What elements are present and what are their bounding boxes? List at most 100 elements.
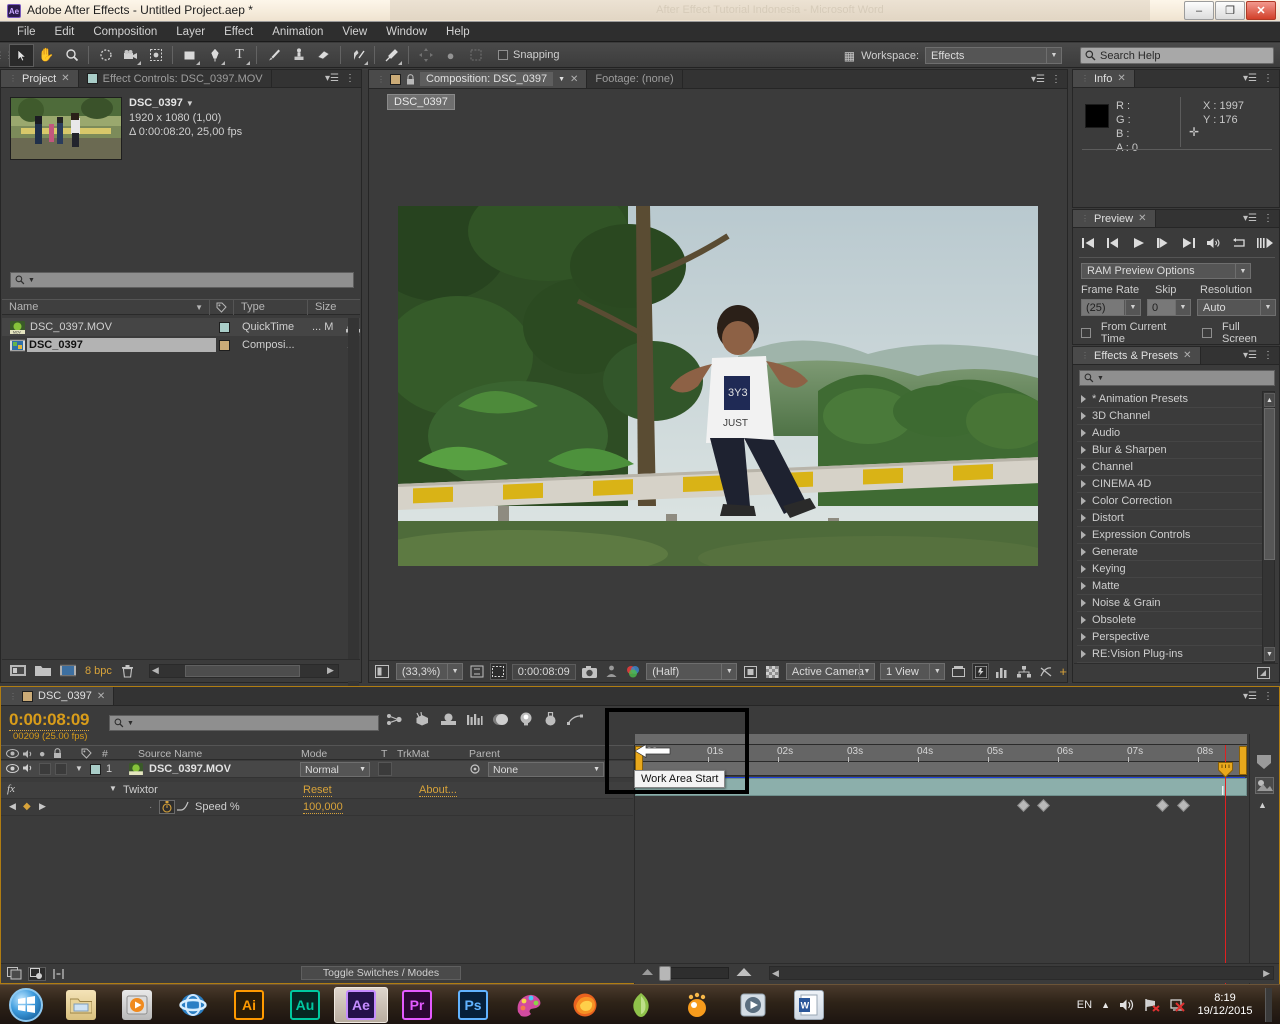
close-icon[interactable]: ✕ [570,74,578,85]
preview-resolution-dropdown[interactable]: Auto ▼ [1197,299,1276,316]
resolution-dropdown[interactable]: (Half) ▼ [646,663,737,680]
effects-category-item[interactable]: Perspective [1077,629,1265,646]
action-center-error-icon[interactable] [1169,998,1185,1012]
layer-visibility-icon[interactable] [6,764,19,773]
expand-triangle-icon[interactable] [1081,514,1086,522]
ram-preview-options-dropdown[interactable]: RAM Preview Options ▼ [1081,263,1251,279]
lock-icon[interactable] [406,74,415,85]
project-row-name[interactable]: DSC_0397 [27,338,216,352]
effect-expand-triangle-icon[interactable]: ▼ [109,784,117,793]
taskbar-item-premiere[interactable]: Pr [390,987,444,1023]
zoom-out-timeline-icon[interactable] [641,967,654,976]
pen-tool-icon[interactable] [202,44,227,67]
snapshot-icon[interactable] [581,663,598,680]
taskbar-item-audition[interactable]: Au [278,987,332,1023]
work-area-strip-top[interactable] [635,734,1247,745]
panel-grip-icon[interactable]: ⋮ [345,73,355,84]
project-item-name-row[interactable]: DSC_0397 ▼ [129,96,242,111]
column-size[interactable]: Size [307,299,359,315]
panel-menu[interactable]: ▾☰ ⋮ [1237,347,1279,364]
column-mode[interactable]: Mode [301,747,327,760]
keyframe-toggle-icon[interactable]: ◆ [23,801,31,812]
pixel-aspect-correction-icon[interactable] [950,663,967,680]
shape-tool-icon[interactable] [177,44,202,67]
menu-window[interactable]: Window [377,24,436,40]
scroll-up-arrow-icon[interactable]: ▲ [1258,800,1267,810]
network-error-icon[interactable] [1144,998,1160,1012]
scroll-right-arrow-icon[interactable]: ▶ [1263,968,1273,979]
panel-menu-icon[interactable]: ▾☰ [1031,74,1045,85]
snapping-group[interactable]: Snapping [498,49,560,61]
expand-triangle-icon[interactable] [1081,412,1086,420]
hide-shy-layers-icon[interactable] [440,713,457,726]
panel-menu-icon[interactable]: ▾☰ [1243,350,1257,361]
effects-category-item[interactable]: Generate [1077,544,1265,561]
language-indicator[interactable]: EN [1077,999,1092,1011]
menu-view[interactable]: View [333,24,376,40]
panel-menu-icon[interactable]: ▾☰ [1243,73,1257,84]
column-label-color[interactable] [209,299,233,315]
panel-menu-icon[interactable]: ▾☰ [1243,691,1257,702]
taskbar-item-media-player[interactable] [110,987,164,1023]
panel-menu[interactable]: ▾☰ ⋮ [319,70,361,87]
taskbar-item-firefox[interactable] [558,987,612,1023]
expand-triangle-icon[interactable] [1081,633,1086,641]
expand-triangle-icon[interactable] [1081,480,1086,488]
timeline-ruler[interactable]: 0:00s 01s 02s 03s 04s 05s 06s 07s 08s [635,745,1247,762]
menu-help[interactable]: Help [437,24,479,40]
scroll-right-arrow-icon[interactable]: ▶ [327,665,338,676]
taskbar-item-internet-explorer[interactable] [166,987,220,1023]
from-current-time-checkbox[interactable] [1081,328,1091,338]
zoom-slider-thumb[interactable] [659,966,671,981]
current-timecode[interactable]: 0:00:08:09 [512,664,576,680]
expand-triangle-icon[interactable] [1081,582,1086,590]
scrollbar-thumb[interactable] [185,665,300,677]
last-frame-button[interactable] [1181,237,1196,249]
taskbar-item-gom-player[interactable] [670,987,724,1023]
reset-exposure-icon[interactable] [1038,663,1055,680]
column-index[interactable]: # [102,747,108,760]
composition-viewer[interactable]: 3Y3 JUST [369,114,1067,661]
target-region-icon[interactable] [742,663,759,680]
camera-tool-icon[interactable] [118,44,143,67]
effect-reset-link[interactable]: Reset [303,784,332,797]
effects-category-item[interactable]: Channel [1077,459,1265,476]
menu-layer[interactable]: Layer [167,24,214,40]
rotation-tool-icon[interactable] [93,44,118,67]
new-animation-preset-icon[interactable] [1257,667,1270,679]
column-source-name[interactable]: Source Name [138,747,202,760]
keyframe-marker[interactable] [1177,799,1190,812]
camera-view-dropdown[interactable]: Active Camera ▼ [786,663,875,680]
show-desktop-button[interactable] [1265,988,1272,1022]
chevron-down-icon[interactable]: ▼ [186,99,194,108]
effects-category-item[interactable]: Obsolete [1077,612,1265,629]
expand-triangle-icon[interactable] [1081,497,1086,505]
stopwatch-icon[interactable] [159,800,175,814]
project-vertical-scrollbar[interactable] [348,318,359,718]
fast-previews-icon[interactable] [972,663,989,680]
selection-tool-icon[interactable] [9,44,34,67]
ram-preview-button[interactable] [1257,237,1273,249]
tag-icon[interactable] [81,747,92,760]
snapping-checkbox[interactable] [498,50,508,60]
timeline-graph-icon[interactable] [994,663,1011,680]
tab-timeline-comp[interactable]: ⋮ DSC_0397 ✕ [1,687,114,705]
effects-search-input[interactable]: ▼ [1079,370,1275,386]
footage-icon[interactable] [60,664,76,677]
roi-toggle-icon[interactable] [490,663,507,680]
taskbar-clock[interactable]: 8:19 19/12/2015 [1194,992,1256,1018]
graph-editor-property-icon[interactable] [177,801,189,811]
skip-dropdown[interactable]: 0 ▼ [1147,299,1191,316]
stretch-columns-icon[interactable] [52,968,65,980]
eraser-tool-icon[interactable] [311,44,336,67]
solo-icon[interactable]: ● [39,747,45,760]
text-tool-icon[interactable]: T [227,44,252,67]
menu-file[interactable]: File [8,24,45,40]
chevron-down-icon[interactable]: ▼ [127,720,134,727]
workspace-dropdown[interactable]: Effects ▼ [925,47,1062,64]
panel-grip-icon[interactable]: ⋮ [1263,350,1273,361]
effects-category-item[interactable]: Audio [1077,425,1265,442]
menu-edit[interactable]: Edit [46,24,84,40]
close-icon[interactable]: ✕ [1117,73,1125,84]
timeline-layer-row[interactable]: ▼ 1 DSC_0397.MOV Normal ▼ None ▼ [1,761,633,778]
